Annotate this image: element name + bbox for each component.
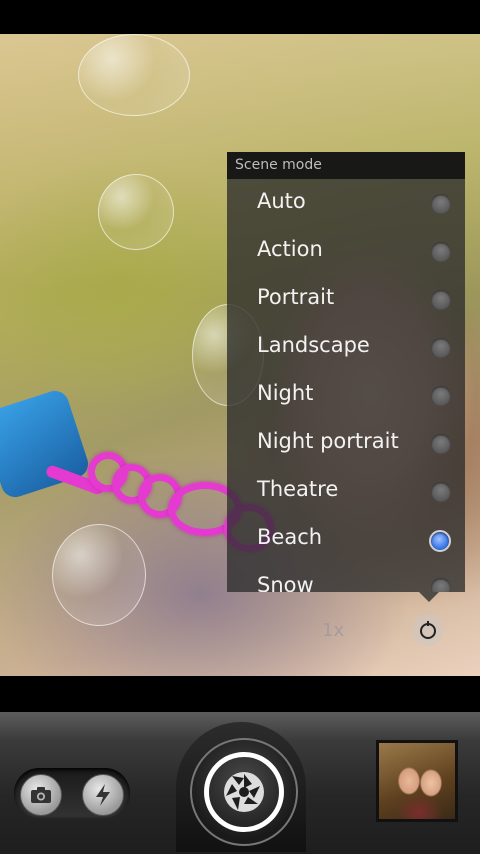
scene-option-action[interactable]: Action bbox=[227, 227, 465, 275]
radio-button[interactable] bbox=[431, 578, 451, 592]
scene-option-label: Night bbox=[257, 381, 314, 405]
radio-button[interactable] bbox=[431, 338, 451, 358]
shutter-ring bbox=[204, 752, 284, 832]
flash-button[interactable] bbox=[82, 774, 124, 816]
radio-button[interactable] bbox=[431, 482, 451, 502]
scene-option-label: Action bbox=[257, 237, 323, 261]
bubble bbox=[78, 34, 190, 116]
bubble bbox=[52, 524, 146, 626]
scene-option-label: Portrait bbox=[257, 285, 335, 309]
status-bar bbox=[0, 0, 480, 34]
camera-icon bbox=[31, 787, 51, 803]
scene-dial-icon bbox=[420, 621, 436, 639]
radio-button-selected[interactable] bbox=[429, 530, 451, 552]
scene-option-night[interactable]: Night bbox=[227, 371, 465, 419]
aperture-icon bbox=[224, 772, 264, 812]
radio-button[interactable] bbox=[431, 434, 451, 454]
scene-mode-header: Scene mode bbox=[227, 152, 465, 179]
camera-mode-button[interactable] bbox=[20, 774, 62, 816]
radio-button[interactable] bbox=[431, 386, 451, 406]
scene-option-theatre[interactable]: Theatre bbox=[227, 467, 465, 515]
scene-option-auto[interactable]: Auto bbox=[227, 179, 465, 227]
scene-option-portrait[interactable]: Portrait bbox=[227, 275, 465, 323]
scene-option-label: Theatre bbox=[257, 477, 339, 501]
viewfinder-border bbox=[0, 676, 480, 712]
scene-option-landscape[interactable]: Landscape bbox=[227, 323, 465, 371]
scene-option-night-portrait[interactable]: Night portrait bbox=[227, 419, 465, 467]
scene-option-label: Beach bbox=[257, 525, 323, 549]
scene-mode-button[interactable] bbox=[412, 614, 444, 646]
radio-button[interactable] bbox=[431, 194, 451, 214]
scene-option-label: Landscape bbox=[257, 333, 370, 357]
scene-option-snow[interactable]: Snow bbox=[227, 563, 465, 592]
bubble bbox=[98, 174, 174, 250]
scene-option-beach[interactable]: Beach bbox=[227, 515, 465, 563]
radio-button[interactable] bbox=[431, 242, 451, 262]
scene-option-label: Auto bbox=[257, 189, 306, 213]
scene-option-label: Night portrait bbox=[257, 429, 399, 453]
flash-icon bbox=[96, 784, 110, 806]
zoom-level: 1x bbox=[322, 620, 345, 641]
scene-panel-pointer bbox=[419, 592, 439, 602]
camera-control-bar bbox=[0, 712, 480, 854]
scene-option-label: Snow bbox=[257, 573, 314, 592]
scene-mode-panel: Scene mode Auto Action Portrait Landscap… bbox=[227, 152, 465, 592]
gallery-thumbnail[interactable] bbox=[376, 740, 458, 822]
radio-button[interactable] bbox=[431, 290, 451, 310]
shutter-button[interactable] bbox=[190, 738, 298, 846]
scene-mode-list: Auto Action Portrait Landscape Night Nig… bbox=[227, 179, 465, 592]
